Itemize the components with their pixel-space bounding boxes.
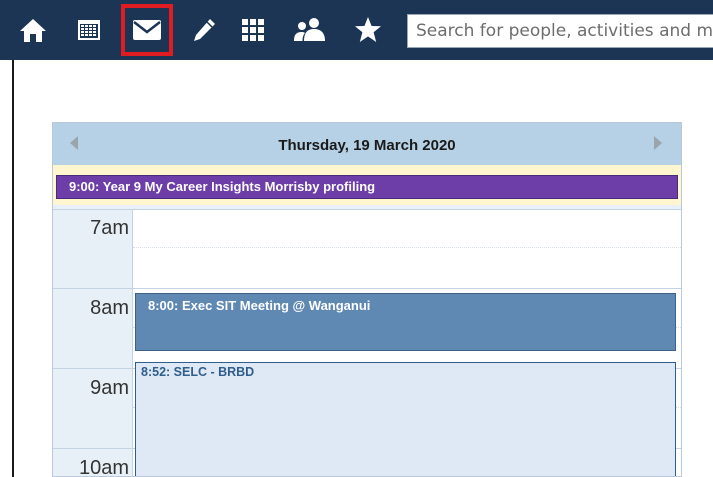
- mail-icon: [133, 20, 161, 40]
- hour-line: [53, 288, 681, 289]
- people-button[interactable]: [284, 4, 336, 56]
- time-gutter: [53, 209, 133, 476]
- previous-day-icon[interactable]: [69, 135, 79, 151]
- hour-label-8am: 8am: [90, 297, 129, 319]
- calendar-date-title: Thursday, 19 March 2020: [278, 137, 456, 154]
- hour-label-7am: 7am: [90, 217, 129, 239]
- time-grid: 7am 8am 9am 10am 8:00: Exec SIT Meeting …: [53, 209, 681, 477]
- mail-button[interactable]: [121, 4, 173, 56]
- people-icon: [294, 18, 325, 41]
- event-selc-brbd[interactable]: 8:52: SELC - BRBD: [135, 362, 676, 476]
- half-hour-line: [133, 247, 681, 248]
- pencil-button[interactable]: [178, 4, 230, 56]
- star-icon: [355, 17, 381, 42]
- day-calendar: Thursday, 19 March 2020 9:00: Year 9 My …: [52, 122, 682, 477]
- hour-label-10am: 10am: [78, 457, 129, 477]
- apps-button[interactable]: [227, 4, 279, 56]
- calendar-button[interactable]: [63, 4, 115, 56]
- hour-line: [53, 209, 681, 210]
- grid-icon: [242, 19, 264, 41]
- left-divider: [12, 60, 14, 477]
- event-exec-sit-meeting[interactable]: 8:00: Exec SIT Meeting @ Wanganui: [135, 293, 676, 351]
- next-day-icon[interactable]: [653, 135, 663, 151]
- top-nav-bar: [0, 0, 713, 60]
- home-icon: [20, 19, 46, 42]
- all-day-event[interactable]: 9:00: Year 9 My Career Insights Morrisby…: [56, 175, 678, 199]
- calendar-icon: [78, 20, 100, 40]
- search-input[interactable]: [407, 14, 713, 48]
- event-label: 8:00: Exec SIT Meeting @ Wanganui: [148, 298, 371, 313]
- event-label: 8:52: SELC - BRBD: [141, 365, 255, 379]
- favorites-button[interactable]: [342, 4, 394, 56]
- pencil-icon: [194, 19, 215, 41]
- hour-label-9am: 9am: [90, 377, 129, 399]
- home-button[interactable]: [7, 4, 59, 56]
